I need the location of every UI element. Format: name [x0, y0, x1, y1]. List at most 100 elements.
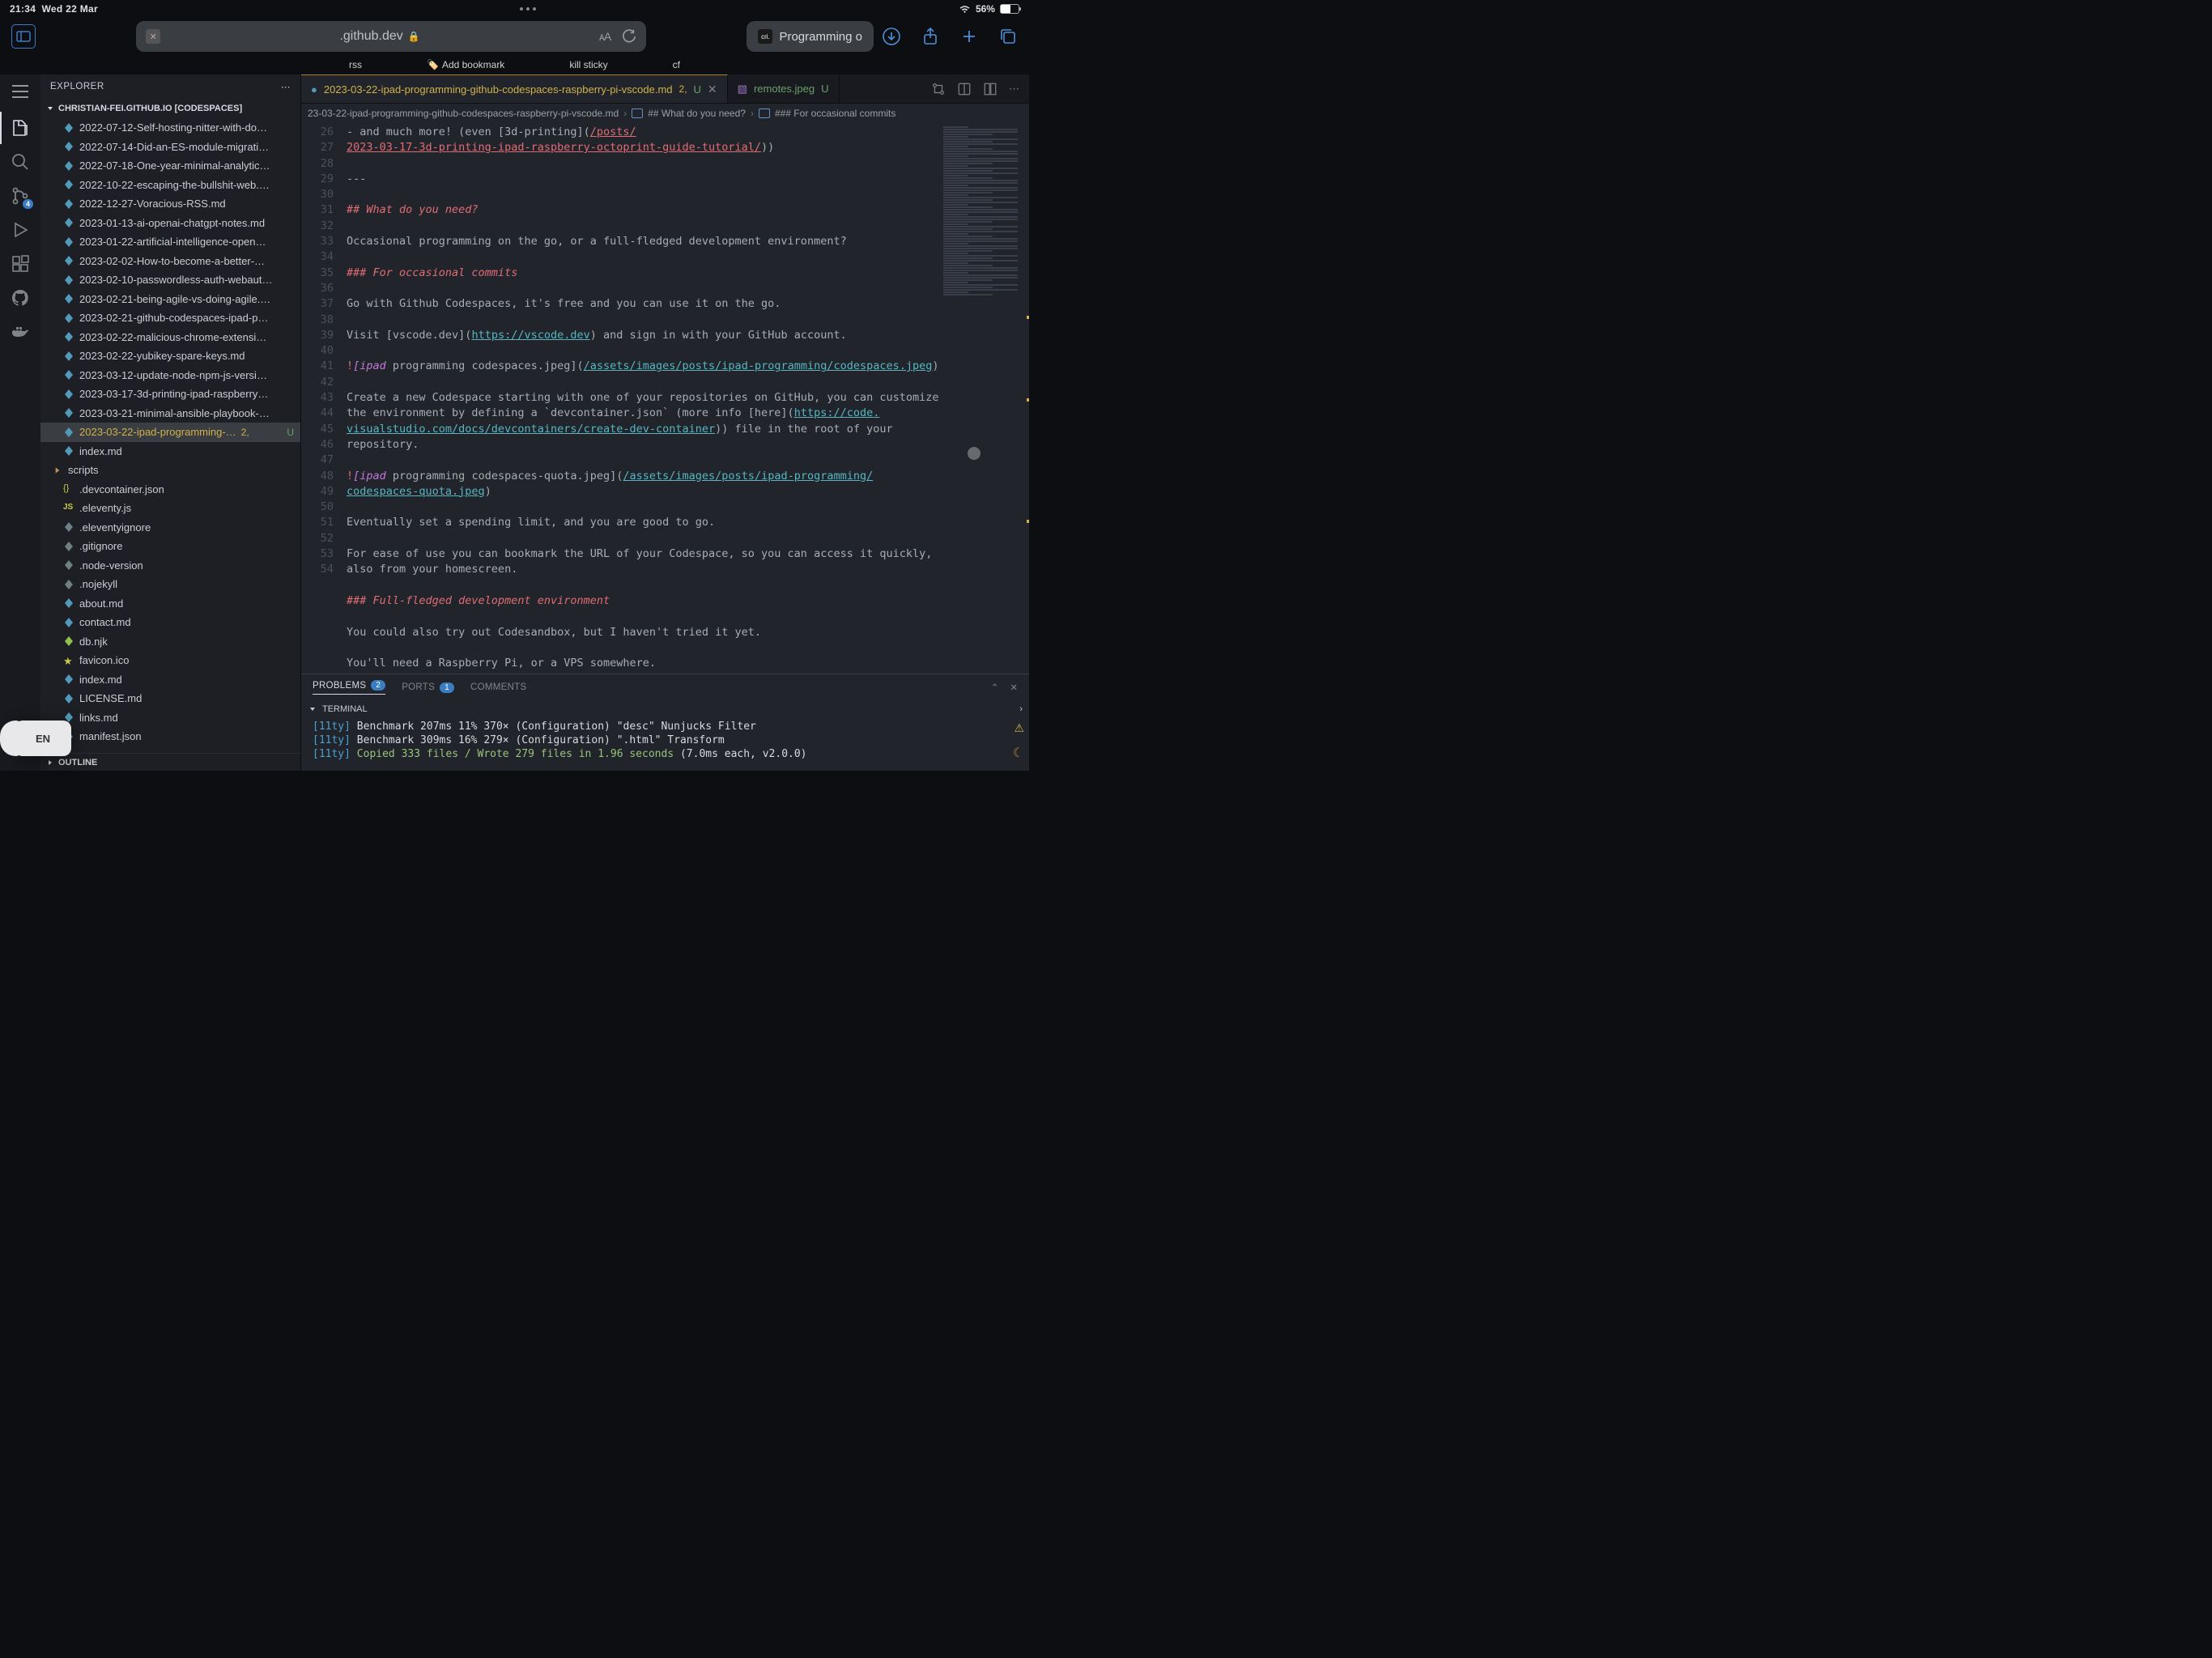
- minimap[interactable]: [940, 123, 1029, 674]
- close-tab-icon[interactable]: ✕: [146, 29, 160, 44]
- split-editor-icon[interactable]: [983, 82, 998, 96]
- activity-bar: 4: [0, 74, 40, 771]
- bookmarklet-kill[interactable]: kill sticky: [569, 59, 607, 70]
- file-row[interactable]: .gitignore: [40, 537, 300, 556]
- file-row[interactable]: contact.md: [40, 613, 300, 632]
- explorer-sidebar: EXPLORER ⋯ CHRISTIAN-FEI.GITHUB.IO [CODE…: [40, 74, 301, 771]
- keyboard-language-indicator[interactable]: EN: [15, 721, 71, 756]
- file-row[interactable]: 2023-03-17-3d-printing-ipad-raspberry…: [40, 385, 300, 404]
- reload-icon[interactable]: [622, 29, 636, 44]
- file-row[interactable]: 2023-02-21-github-codespaces-ipad-p…: [40, 308, 300, 328]
- file-row[interactable]: .node-version: [40, 556, 300, 576]
- file-row[interactable]: 2023-03-22-ipad-programming-…2,U: [40, 423, 300, 442]
- file-row[interactable]: 2023-02-22-yubikey-spare-keys.md: [40, 346, 300, 366]
- bookmarklets-bar: rss 🏷️ Add bookmark kill sticky cf: [0, 55, 1029, 74]
- cursor-indicator: [968, 447, 981, 460]
- panel-tab-comments[interactable]: COMMENTS: [470, 682, 526, 692]
- panel-tab-ports[interactable]: PORTS1: [402, 682, 454, 693]
- battery-percent: 56%: [976, 3, 995, 15]
- file-row[interactable]: about.md: [40, 594, 300, 614]
- vscode-app: 4 EXPLORER ⋯ CHRISTIAN-FEI.GITHUB.IO [CO…: [0, 74, 1029, 771]
- run-debug-icon[interactable]: [9, 219, 32, 241]
- editor-tabs: ● 2023-03-22-ipad-programming-github-cod…: [301, 74, 1029, 104]
- panel-tab-problems[interactable]: PROBLEMS2: [313, 680, 385, 695]
- editor-area: ● 2023-03-22-ipad-programming-github-cod…: [301, 74, 1029, 771]
- sidebar-toggle-button[interactable]: [11, 24, 36, 49]
- file-row[interactable]: db.njk: [40, 632, 300, 652]
- docker-icon[interactable]: [9, 321, 32, 343]
- search-view-icon[interactable]: [9, 151, 32, 173]
- warning-icon[interactable]: ⚠: [1014, 721, 1024, 735]
- preview-icon[interactable]: [957, 82, 972, 96]
- editor-tab-main[interactable]: ● 2023-03-22-ipad-programming-github-cod…: [301, 74, 728, 103]
- tabs-overview-icon[interactable]: [998, 27, 1018, 46]
- reader-mode-icon[interactable]: ᴀA: [599, 30, 610, 43]
- file-row[interactable]: manifest.json: [40, 727, 300, 746]
- file-tree[interactable]: 2022-07-12-Self-hosting-nitter-with-do…2…: [40, 118, 300, 753]
- file-row[interactable]: LICENSE.md: [40, 689, 300, 708]
- file-row[interactable]: .nojekyll: [40, 575, 300, 594]
- scm-badge: 4: [23, 199, 33, 209]
- bottom-panel: PROBLEMS2 PORTS1 COMMENTS ⌃ ✕ TERMINAL ›…: [301, 674, 1029, 771]
- file-row[interactable]: 2023-01-22-artificial-intelligence-open…: [40, 232, 300, 252]
- bookmarklet-rss[interactable]: rss: [349, 59, 362, 70]
- share-icon[interactable]: [921, 27, 940, 46]
- bookmarklet-add[interactable]: 🏷️ Add bookmark: [427, 59, 504, 70]
- file-row[interactable]: scripts: [40, 461, 300, 480]
- editor-more-icon[interactable]: ⋯: [1009, 83, 1019, 96]
- close-tab-icon[interactable]: ✕: [708, 83, 717, 96]
- terminal-next-icon[interactable]: ›: [1019, 704, 1023, 714]
- file-row[interactable]: ★favicon.ico: [40, 651, 300, 670]
- code-editor[interactable]: 2627282930313233343536373839404142434445…: [301, 123, 1029, 674]
- ipad-status-bar: 21:34 Wed 22 Mar 56%: [0, 0, 1029, 18]
- file-row[interactable]: 2023-03-12-update-node-npm-js-versi…: [40, 366, 300, 385]
- url-host: .github.dev: [339, 29, 402, 44]
- file-row[interactable]: 2023-02-10-passwordless-auth-webaut…: [40, 270, 300, 290]
- bookmarklet-cf[interactable]: cf: [673, 59, 680, 70]
- file-row[interactable]: 2022-07-12-Self-hosting-nitter-with-do…: [40, 118, 300, 138]
- wifi-icon: [959, 5, 971, 14]
- file-row[interactable]: 2023-03-21-minimal-ansible-playbook-…: [40, 404, 300, 423]
- tab-favicon: cri.: [758, 29, 772, 44]
- explorer-more-icon[interactable]: ⋯: [281, 81, 291, 92]
- notification-icon[interactable]: ☾: [1013, 745, 1024, 761]
- file-row[interactable]: index.md: [40, 442, 300, 461]
- panel-close-icon[interactable]: ✕: [1010, 682, 1018, 693]
- outline-section[interactable]: OUTLINE: [40, 753, 300, 771]
- file-row[interactable]: 2023-01-13-ai-openai-chatgpt-notes.md: [40, 214, 300, 233]
- explorer-title: EXPLORER: [50, 82, 104, 91]
- file-row[interactable]: .eleventyignore: [40, 518, 300, 538]
- scrollbar-overview[interactable]: [1027, 123, 1029, 674]
- secondary-tab[interactable]: cri. Programming o: [747, 21, 874, 52]
- file-row[interactable]: JS.eleventy.js: [40, 499, 300, 518]
- address-bar[interactable]: ✕ .github.dev 🔒 ᴀA: [136, 21, 646, 52]
- file-row[interactable]: 2022-12-27-Voracious-RSS.md: [40, 194, 300, 214]
- breadcrumb[interactable]: 23-03-22-ipad-programming-github-codespa…: [301, 104, 1029, 123]
- battery-icon: [1000, 4, 1019, 14]
- terminal-header[interactable]: TERMINAL ›: [301, 700, 1029, 718]
- file-row[interactable]: 2022-07-14-Did-an-ES-module-migrati…: [40, 138, 300, 157]
- git-compare-icon[interactable]: [931, 82, 946, 96]
- menu-icon[interactable]: [11, 84, 29, 99]
- github-icon[interactable]: [9, 287, 32, 309]
- downloads-icon[interactable]: [882, 27, 901, 46]
- explorer-section-header[interactable]: CHRISTIAN-FEI.GITHUB.IO [CODESPACES]: [40, 99, 300, 118]
- source-control-icon[interactable]: 4: [9, 185, 32, 207]
- file-row[interactable]: 2022-10-22-escaping-the-bullshit-web.…: [40, 176, 300, 195]
- file-row[interactable]: 2023-02-21-being-agile-vs-doing-agile.…: [40, 290, 300, 309]
- terminal-output[interactable]: [11ty] Benchmark 207ms 11% 370× (Configu…: [301, 718, 1029, 771]
- explorer-view-icon[interactable]: [9, 117, 32, 139]
- file-row[interactable]: 2023-02-22-malicious-chrome-extensi…: [40, 328, 300, 347]
- file-row[interactable]: index.md: [40, 670, 300, 690]
- editor-tab-second[interactable]: ▧ remotes.jpeg U: [728, 74, 840, 103]
- multitask-dots-icon[interactable]: [520, 7, 536, 11]
- panel-maximize-icon[interactable]: ⌃: [991, 682, 999, 693]
- lock-icon: 🔒: [408, 31, 420, 42]
- file-row[interactable]: 2022-07-18-One-year-minimal-analytic…: [40, 156, 300, 176]
- file-row[interactable]: links.md: [40, 708, 300, 728]
- file-row[interactable]: 2023-02-02-How-to-become-a-better-…: [40, 252, 300, 271]
- file-row[interactable]: {}.devcontainer.json: [40, 480, 300, 500]
- new-tab-icon[interactable]: [959, 27, 979, 46]
- secondary-tab-title: Programming o: [779, 30, 862, 44]
- extensions-icon[interactable]: [9, 253, 32, 275]
